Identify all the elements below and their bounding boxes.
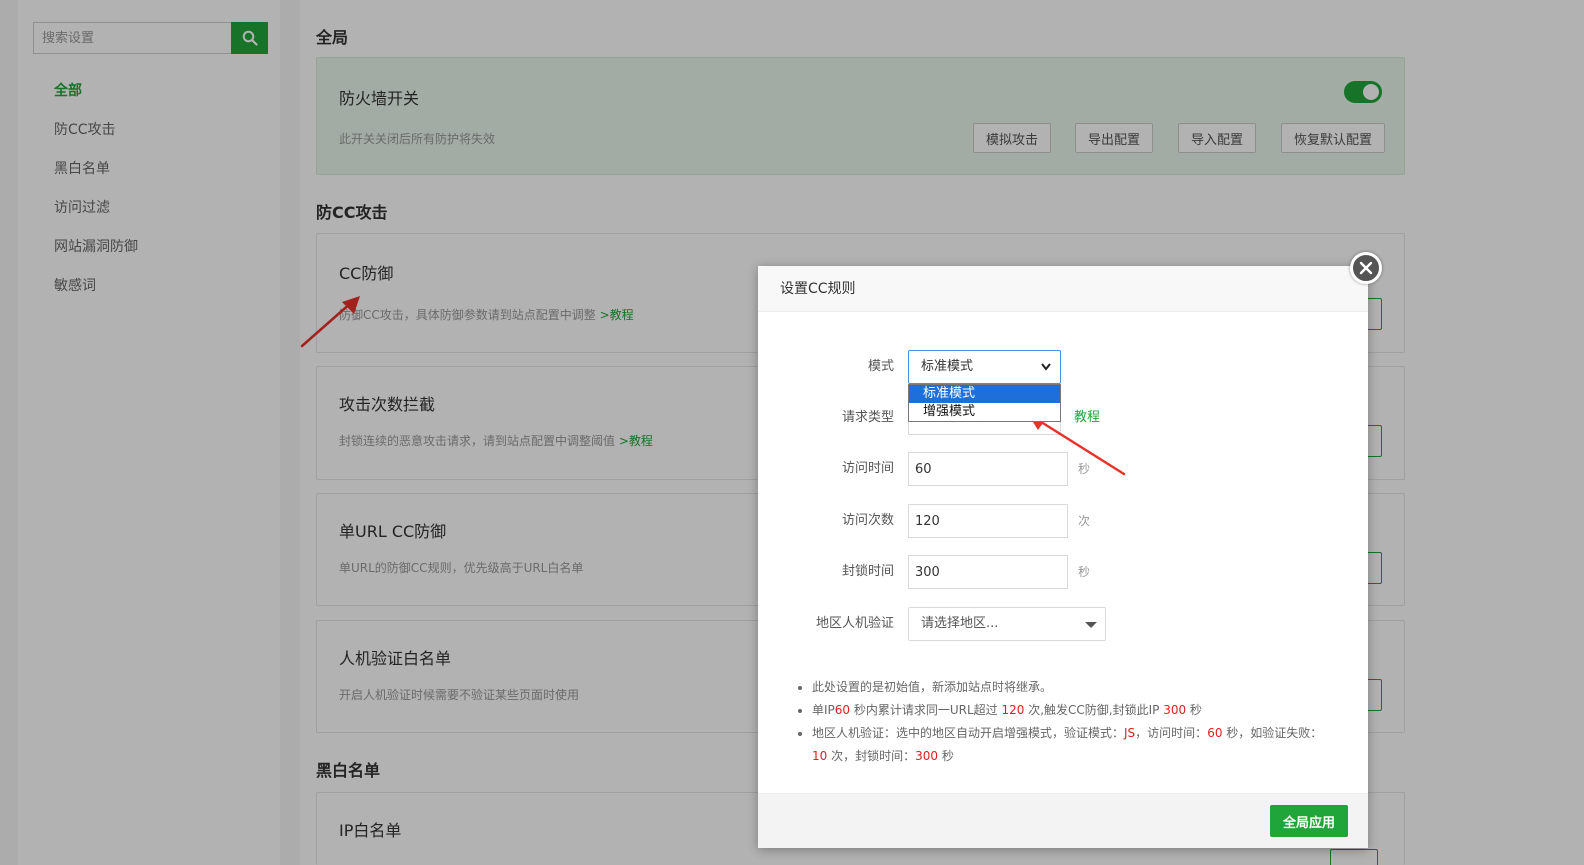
region-select-placeholder: 请选择地区... [921, 616, 999, 631]
mode-select-value: 标准模式 [921, 359, 974, 374]
note-value: JS [1124, 726, 1136, 740]
visit-count-unit: 次 [1078, 514, 1091, 528]
region-label: 地区人机验证 [815, 616, 894, 631]
note-item: 此处设置的是初始值，新添加站点时将继承。 [812, 676, 1336, 699]
note-text: 秒 [938, 749, 954, 763]
chevron-down-icon [1041, 363, 1051, 371]
note-text: 次，封锁时间： [827, 749, 916, 763]
note-value: 300 [915, 749, 939, 763]
mode-row: 模式 标准模式 [758, 350, 1368, 384]
apply-global-button[interactable]: 全局应用 [1270, 805, 1348, 837]
visit-count-row: 访问次数 次 [758, 504, 1368, 538]
note-item: 地区人机验证：选中的地区自动开启增强模式，验证模式：JS，访问时间：60 秒，如… [812, 722, 1336, 768]
note-value: 60 [1207, 726, 1223, 740]
close-icon [1359, 261, 1373, 275]
mode-option-standard[interactable]: 标准模式 [909, 385, 1060, 403]
note-value: 300 [1163, 703, 1187, 717]
visit-count-input[interactable] [908, 504, 1068, 538]
block-time-unit: 秒 [1078, 565, 1091, 579]
note-text: 单IP [812, 703, 835, 717]
note-value: 60 [834, 703, 851, 717]
block-time-label: 封锁时间 [841, 564, 894, 579]
mode-option-enhanced[interactable]: 增强模式 [909, 403, 1060, 421]
note-value: 10 [812, 749, 828, 763]
request-type-label: 请求类型 [841, 410, 894, 425]
close-button[interactable] [1350, 252, 1382, 284]
mode-select[interactable]: 标准模式 [908, 350, 1061, 384]
block-time-row: 封锁时间 秒 [758, 555, 1368, 589]
note-item: 单IP60 秒内累计请求同一URL超过 120 次,触发CC防御,封锁此IP 3… [812, 699, 1336, 722]
region-row: 地区人机验证 请选择地区... [758, 607, 1368, 641]
dialog-title: 设置CC规则 [758, 266, 1368, 312]
notes-list: 此处设置的是初始值，新添加站点时将继承。 单IP60 秒内累计请求同一URL超过… [796, 676, 1336, 768]
note-text: ，访问时间： [1135, 726, 1208, 740]
mode-label: 模式 [867, 359, 894, 374]
note-text: 此处设置的是初始值，新添加站点时将继承。 [812, 680, 1053, 694]
mode-dropdown-list: 标准模式 增强模式 [908, 384, 1061, 422]
note-text: 次,触发CC防御,封锁此IP [1024, 703, 1164, 717]
cc-rule-dialog: 设置CC规则 模式 标准模式 请求类型 URL带参数 教程 标准模式 增强模式 … [758, 252, 1382, 848]
dialog-footer: 全局应用 [758, 793, 1368, 848]
note-text: 地区人机验证：选中的地区自动开启增强模式，验证模式： [812, 726, 1125, 740]
region-select[interactable]: 请选择地区... [908, 607, 1106, 641]
visit-count-label: 访问次数 [841, 513, 894, 528]
note-text: 秒内累计请求同一URL超过 [850, 703, 1002, 717]
note-text: 秒，如验证失败： [1222, 726, 1323, 740]
block-time-input[interactable] [908, 555, 1068, 589]
note-text: 秒 [1186, 703, 1202, 717]
visit-time-label: 访问时间 [841, 461, 894, 476]
note-value: 120 [1001, 703, 1025, 717]
caret-down-icon [1085, 622, 1097, 628]
